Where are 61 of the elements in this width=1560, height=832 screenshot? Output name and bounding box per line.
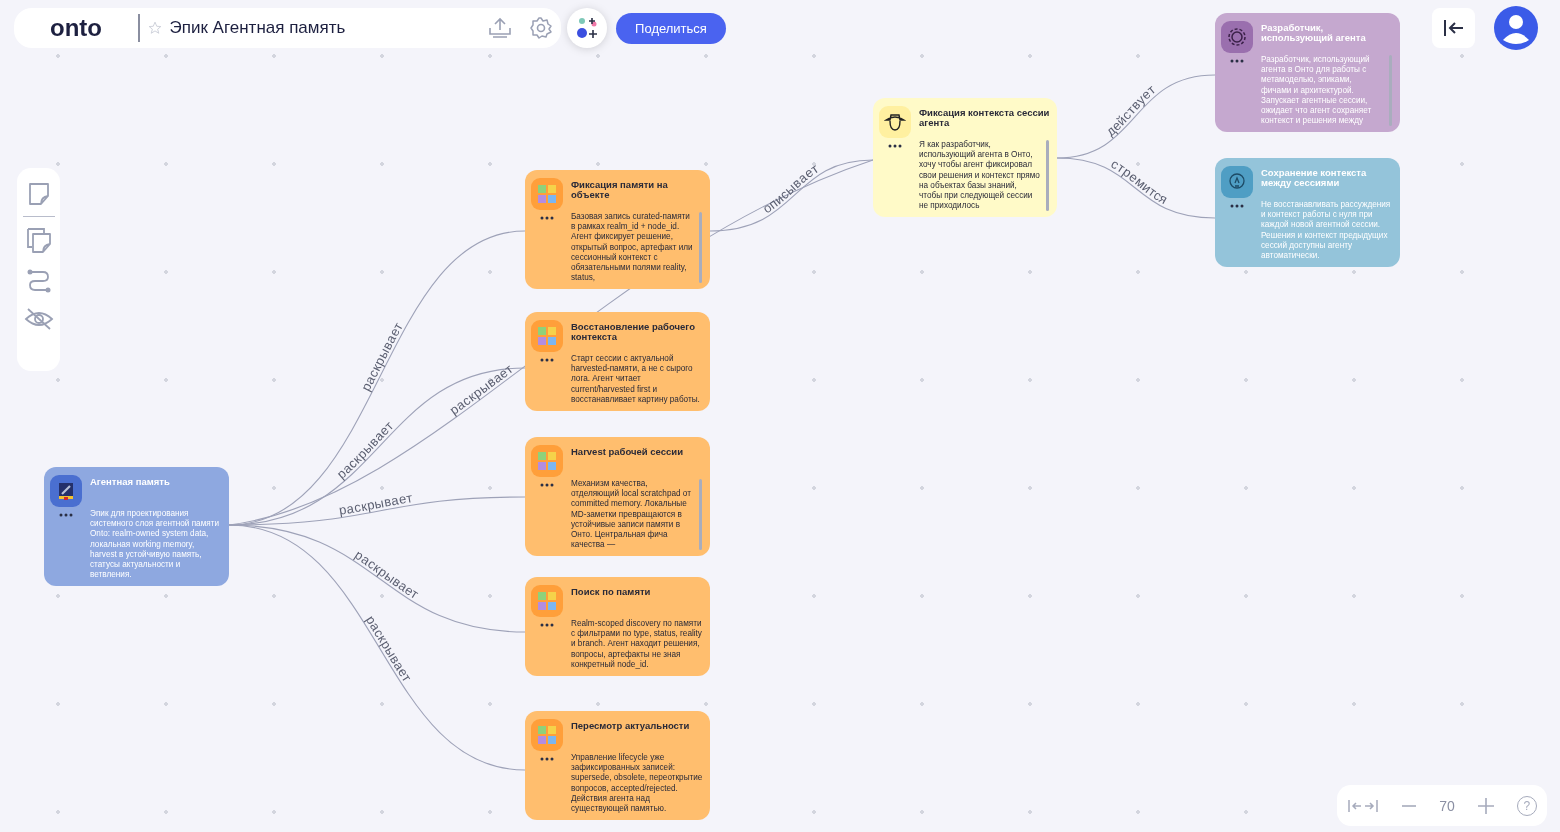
node-card[interactable]: Harvest рабочей сессии Механизм качества, отделяющий local scratchpad от committed memory. Локальные MD-заметки превращаются в устойчивые записи памяти в Онто. Центральная фича качества —: [525, 437, 710, 557]
zoom-in-icon[interactable]: [1476, 796, 1495, 815]
fit-width-icon[interactable]: [1347, 797, 1379, 814]
ai-assistant-button[interactable]: [567, 8, 607, 48]
more-icon[interactable]: [540, 623, 554, 627]
scrollbar[interactable]: [699, 479, 702, 551]
node-title: Разработчик, использующий агента: [1261, 23, 1367, 45]
settings-icon[interactable]: [529, 16, 553, 40]
upload-icon[interactable]: [487, 16, 513, 40]
more-icon[interactable]: [540, 483, 554, 487]
collapse-icon: [1441, 18, 1466, 38]
more-icon[interactable]: [888, 144, 902, 148]
node-icon: [1221, 21, 1253, 53]
more-icon[interactable]: [540, 358, 554, 362]
zoom-level: 70: [1439, 797, 1455, 814]
node-description: Разработчик, использующий агента в Онто для работы с метамоделью, эпиками, фичами и архитектурой. Запускает агентные сессии, ожидает что агент сохраняет контекст и решения между: [1261, 55, 1373, 127]
node-card[interactable]: Восстановление рабочего контекста Старт сессии с актуальной harvested-памяти, а не с сырого лога. Агент читает current/harvested first и восстанавливает картину работы.: [525, 312, 710, 411]
node-title: Агентная память: [90, 477, 171, 489]
collapse-panel-button[interactable]: [1432, 8, 1475, 48]
node-card[interactable]: Поиск по памяти Realm-scoped discovery по памяти с фильтрами по type, status, reality и branch. Агент находит решения, вопросы, артефакты не зная конкретный node_id.: [525, 577, 710, 676]
more-icon[interactable]: [540, 216, 554, 220]
more-icon[interactable]: [1230, 204, 1244, 208]
node-description: Управление lifecycle уже зафиксированных записей: supersede, obsolete, переоткрытие вопросов, accepted/rejected. Действия агента над существующей памятью.: [571, 753, 704, 815]
logo[interactable]: onto: [50, 14, 122, 42]
node-description: Старт сессии с актуальной harvested-памяти, а не с сырого лога. Агент читает current/harvested first и восстанавливает картину работы.: [571, 354, 701, 405]
node-icon: [531, 320, 563, 352]
node-title: Пересмотр актуальности: [571, 721, 691, 733]
node-icon: [50, 475, 82, 507]
node-icon: [531, 719, 563, 751]
star-icon[interactable]: [147, 21, 162, 35]
node-title: Сохранение контекста между сессиями: [1261, 168, 1368, 190]
node-icon: [531, 585, 563, 617]
node-description: Эпик для проектирования системного слоя агентной памяти Onto: realm-owned system data, локальная working memory, harvest в устойчивую память, статусы актуальности и ветвления.: [90, 509, 221, 581]
scrollbar[interactable]: [699, 212, 702, 284]
hide-icon[interactable]: [23, 307, 54, 331]
node-description: Realm-scoped discovery по памяти с фильтрами по type, status, reality и branch. Агент находит решения, вопросы, артефакты не зная конкретный node_id.: [571, 619, 703, 670]
avatar-icon[interactable]: [1494, 6, 1538, 50]
node-card[interactable]: [873, 98, 1057, 218]
node-title: Поиск по памяти: [571, 587, 652, 599]
edge-label: раскрывает: [337, 490, 414, 518]
document-title[interactable]: Эпик Агентная память: [169, 18, 471, 38]
node-description: Не восстанавливать рассуждения и контекст работы с нуля при каждой новой агентной сессии. Решения и контекст предыдущих сессий доступны агенту автоматически.: [1261, 200, 1392, 262]
node-description: Я как разработчик, использующий агента в Онто, хочу чтобы агент фиксировал свои решения и контекст прямо на объектах базы знаний, чтобы при следующей сессии не приходилось: [919, 140, 1040, 212]
scrollbar[interactable]: [1046, 140, 1049, 212]
node-card[interactable]: Фиксация памяти на объекте Базовая запись curated-памяти в рамках realm_id + node_id. Агент фиксирует решение, открытый вопрос, артефакт или сессионный контекст с обязательными полями reality, status,: [525, 170, 710, 290]
node-icon: [879, 106, 911, 138]
node-title: Harvest рабочей сессии: [571, 447, 684, 459]
more-icon[interactable]: [1230, 59, 1244, 63]
node-card[interactable]: [1215, 13, 1400, 133]
node-title: Фиксация памяти на объекте: [571, 180, 669, 202]
more-icon[interactable]: [59, 513, 73, 517]
node-card[interactable]: Пересмотр актуальности Управление lifecycle уже зафиксированных записей: supersede, obsolete, переоткрытие вопросов, accepted/rejected. Действия агента над существующей памятью.: [525, 711, 710, 821]
node-description: Механизм качества, отделяющий local scratchpad от committed memory. Локальные MD-заметки превращаются в устойчивые записи памяти в Онто. Центральная фича качества —: [571, 479, 692, 551]
node-title: Восстановление рабочего контекста: [571, 322, 696, 344]
node-icon: [531, 445, 563, 477]
share-button[interactable]: Поделиться: [616, 13, 726, 44]
node-icon: [1221, 166, 1253, 198]
node-title: Фиксация контекста сессии агента: [919, 108, 1051, 130]
more-icon[interactable]: [540, 757, 554, 761]
node-description: Базовая запись curated-памяти в рамках realm_id + node_id. Агент фиксирует решение, открытый вопрос, артефакт или сессионный контекст с обязательными полями reality, status,: [571, 212, 693, 284]
node-icon: [531, 178, 563, 210]
